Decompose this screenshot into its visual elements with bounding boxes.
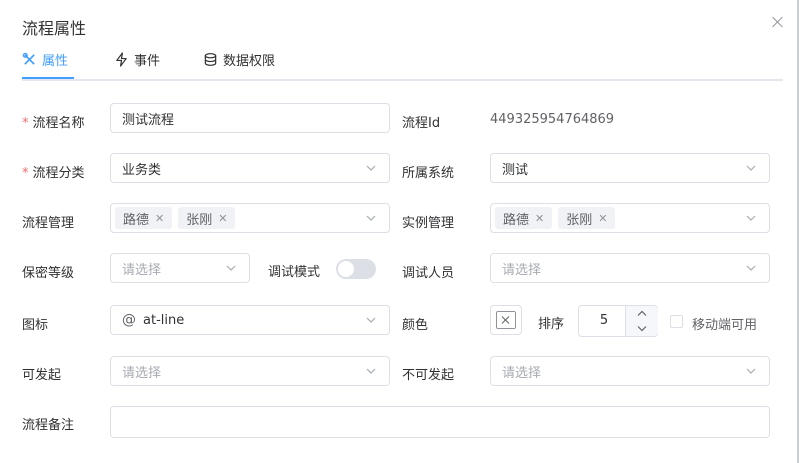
sort-number-input[interactable]: 5 — [578, 305, 658, 337]
user-tag: 路德 ✕ — [115, 207, 173, 229]
secrecy-select[interactable]: 请选择 — [110, 253, 250, 283]
increment-button[interactable] — [625, 306, 658, 322]
debug-users-select[interactable]: 请选择 — [490, 253, 770, 283]
can-start-label: 可发起 — [22, 368, 62, 383]
debug-users-label: 调试人员 — [402, 266, 455, 281]
close-icon[interactable]: ✕ — [218, 212, 227, 225]
secrecy-label: 保密等级 — [22, 266, 75, 281]
close-icon[interactable] — [770, 14, 786, 30]
mobile-available-checkbox[interactable] — [670, 315, 683, 328]
remark-input[interactable] — [110, 406, 770, 438]
debug-mode-label: 调试模式 — [268, 265, 321, 280]
sort-label: 排序 — [538, 317, 565, 332]
process-admin-select[interactable]: 路德 ✕ 张刚 ✕ — [110, 203, 390, 233]
close-icon[interactable]: ✕ — [535, 212, 544, 225]
database-icon — [204, 53, 217, 66]
active-tab-indicator — [22, 77, 74, 79]
chevron-down-icon — [746, 368, 756, 374]
close-icon[interactable]: ✕ — [155, 212, 164, 225]
chevron-down-icon — [366, 215, 376, 221]
process-name-input[interactable]: 测试流程 — [110, 103, 390, 133]
at-icon: @ — [122, 312, 136, 328]
tab-label: 属性 — [42, 54, 69, 69]
empty-color-icon — [496, 311, 516, 329]
process-category-label: * 流程分类 — [22, 166, 85, 181]
tools-icon — [22, 52, 35, 65]
process-id-label: 流程Id — [402, 116, 441, 131]
color-label: 颜色 — [402, 318, 429, 333]
process-admin-label: 流程管理 — [22, 216, 75, 231]
process-name-label: * 流程名称 — [22, 116, 85, 131]
debug-mode-toggle[interactable] — [336, 259, 376, 279]
system-label: 所属系统 — [402, 166, 455, 181]
close-icon[interactable]: ✕ — [598, 212, 607, 225]
can-start-select[interactable]: 请选择 — [110, 356, 390, 386]
user-tag: 张刚 ✕ — [558, 207, 616, 229]
chevron-up-icon — [637, 310, 647, 316]
tab-label: 事件 — [134, 54, 161, 69]
dialog-title: 流程属性 — [22, 19, 87, 38]
icon-label: 图标 — [22, 318, 49, 333]
decrement-button[interactable] — [625, 321, 658, 336]
instance-admin-select[interactable]: 路德 ✕ 张刚 ✕ — [490, 203, 770, 233]
color-picker[interactable] — [490, 305, 522, 335]
process-id-value: 449325954764869 — [490, 112, 615, 127]
chevron-down-icon — [746, 265, 756, 271]
tab-label: 数据权限 — [223, 54, 276, 69]
mobile-available-label: 移动端可用 — [692, 318, 758, 333]
tab-bar: 属性 事件 数据权限 — [22, 50, 783, 81]
process-category-select[interactable]: 业务类 — [110, 153, 390, 183]
remark-label: 流程备注 — [22, 418, 75, 433]
chevron-down-icon — [366, 165, 376, 171]
chevron-down-icon — [366, 368, 376, 374]
sort-value[interactable]: 5 — [579, 306, 629, 336]
icon-select[interactable]: @ at-line — [110, 305, 390, 335]
chevron-down-icon — [746, 215, 756, 221]
chevron-down-icon — [366, 317, 376, 323]
cannot-start-select[interactable]: 请选择 — [490, 356, 770, 386]
user-tag: 路德 ✕ — [495, 207, 553, 229]
chevron-down-icon — [637, 326, 647, 332]
tab-properties[interactable]: 属性 — [22, 50, 74, 79]
lightning-icon — [116, 52, 127, 67]
chevron-down-icon — [746, 165, 756, 171]
system-select[interactable]: 测试 — [490, 153, 770, 183]
tab-events[interactable]: 事件 — [114, 50, 160, 79]
chevron-down-icon — [226, 265, 236, 271]
process-properties-dialog: 流程属性 属性 事件 数据权限 * 流程名称 测试流程 流程Id 44932595… — [0, 0, 799, 463]
user-tag: 张刚 ✕ — [178, 207, 236, 229]
tab-data-permission[interactable]: 数据权限 — [203, 50, 275, 79]
cannot-start-label: 不可发起 — [402, 368, 455, 383]
instance-admin-label: 实例管理 — [402, 216, 455, 231]
